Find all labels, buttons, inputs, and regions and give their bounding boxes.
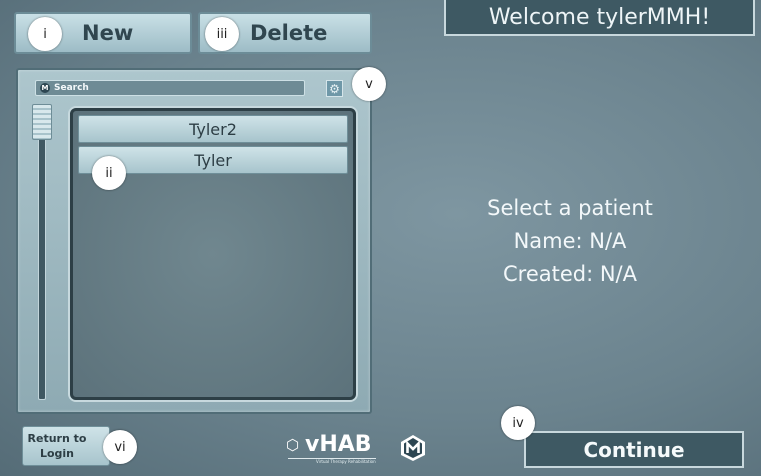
search-placeholder: Search [54, 83, 89, 93]
select-patient-prompt: Select a patient [487, 196, 653, 220]
patient-created: Created: N/A [502, 262, 637, 286]
list-badge: ii [92, 156, 126, 190]
settings-badge: v [352, 67, 386, 101]
continue-button[interactable]: Continue [524, 431, 744, 468]
gear-icon[interactable]: ⚙ [326, 80, 343, 97]
hexagon-icon: ⬡ [286, 436, 300, 454]
patient-details: Select a patient Name: N/A Created: N/A [420, 192, 720, 291]
welcome-banner: Welcome tylerMMH! [444, 0, 755, 36]
return-label-line1: Return to [27, 432, 87, 445]
delete-button-label: Delete [250, 21, 328, 45]
new-badge: i [28, 17, 62, 51]
new-button-label: New [82, 21, 134, 45]
m-logo-icon [399, 434, 427, 462]
return-label-line2: Login [39, 447, 75, 460]
patient-list: Tyler2 Tyler [70, 108, 356, 400]
return-badge: vi [103, 430, 137, 464]
patient-panel: M Search ⚙ Tyler2 Tyler [16, 68, 372, 414]
continue-button-label: Continue [583, 437, 685, 462]
search-input[interactable]: M Search [35, 80, 305, 96]
delete-badge: iii [205, 17, 239, 51]
scrollbar-track[interactable] [38, 106, 46, 400]
continue-badge: iv [501, 406, 535, 440]
brand-name: vHAB [305, 432, 372, 457]
search-icon: M [40, 83, 50, 93]
patient-list-item[interactable]: Tyler2 [78, 115, 348, 143]
return-to-login-button[interactable]: Return to Login [22, 426, 110, 466]
vhab-logo: ⬡ vHAB Virtual Therapy Rehabilitation [286, 432, 382, 466]
patient-name: Name: N/A [513, 229, 627, 253]
brand-tagline: Virtual Therapy Rehabilitation [316, 459, 376, 464]
scrollbar-thumb[interactable] [32, 104, 52, 140]
